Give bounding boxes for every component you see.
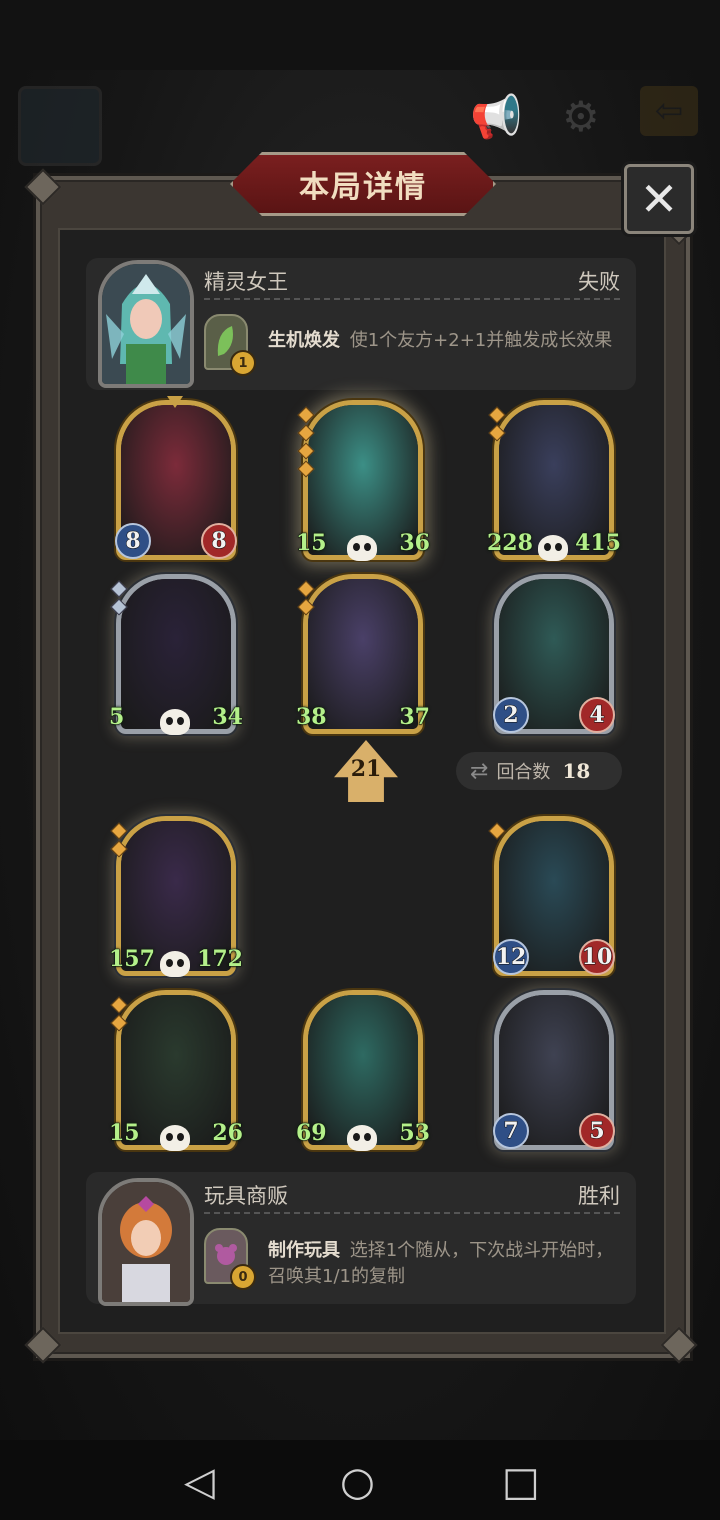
round-counter: ⇄ 回合数 18 bbox=[456, 752, 622, 790]
home-nav-icon[interactable]: ○ bbox=[340, 1462, 375, 1502]
player-result: 胜利 bbox=[578, 1184, 620, 1208]
minion-card[interactable]: 5 34 bbox=[108, 574, 243, 735]
attack-stat: 157 bbox=[109, 946, 156, 973]
swap-icon: ⇄ bbox=[470, 758, 489, 784]
health-stat: 415 bbox=[575, 530, 622, 557]
player-ability-name: 制作玩具 bbox=[268, 1240, 340, 1261]
health-stat: 26 bbox=[212, 1120, 244, 1147]
player-name: 玩具商贩 bbox=[204, 1184, 288, 1208]
opponent-name: 精灵女王 bbox=[204, 270, 288, 294]
opponent-ability-name: 生机焕发 bbox=[268, 330, 340, 351]
health-stat: 5 bbox=[579, 1113, 615, 1149]
star-pips bbox=[110, 996, 128, 1035]
title-banner: 本局详情 bbox=[230, 152, 496, 216]
gear-icon: ⚙ bbox=[562, 92, 600, 141]
health-stat: 36 bbox=[399, 530, 431, 557]
close-button[interactable]: ✕ bbox=[624, 164, 694, 234]
player-ability-text: 制作玩具 选择1个随从，下次战斗开始时，召唤其1/1的复制 bbox=[268, 1238, 618, 1290]
back-nav-icon[interactable]: ◁ bbox=[184, 1462, 215, 1502]
background-avatar bbox=[18, 86, 102, 166]
minion-card[interactable]: 8 8 bbox=[115, 396, 237, 560]
minion-card[interactable]: 228 415 bbox=[487, 400, 621, 561]
ability-cost-badge: 0 bbox=[230, 1264, 256, 1290]
minion-card[interactable]: 7 5 bbox=[493, 990, 615, 1150]
health-stat: 37 bbox=[399, 704, 431, 731]
star-pips bbox=[110, 580, 128, 619]
opponent-hero-box: 精灵女王 失败 1 生机焕发 使1个友方+2+1并触发成长效果 bbox=[86, 258, 636, 390]
skull-icon bbox=[160, 709, 190, 735]
minion-card[interactable]: 15 26 bbox=[109, 990, 243, 1151]
health-stat: 53 bbox=[399, 1120, 431, 1147]
minion-card[interactable]: 157 172 bbox=[109, 816, 243, 977]
page-title: 本局详情 bbox=[299, 170, 427, 205]
attack-stat: 15 bbox=[109, 1120, 141, 1147]
tavern-tier-value: 21 bbox=[350, 756, 382, 782]
player-portrait bbox=[98, 1178, 194, 1306]
recents-nav-icon[interactable]: □ bbox=[502, 1462, 540, 1502]
opponent-result: 失败 bbox=[578, 270, 620, 294]
attack-stat: 2 bbox=[493, 697, 529, 733]
attack-stat: 12 bbox=[493, 939, 529, 975]
star-pips bbox=[488, 406, 506, 445]
minion-card[interactable]: 69 53 bbox=[296, 990, 430, 1151]
minion-card[interactable]: 2 4 bbox=[493, 574, 615, 734]
star-pips bbox=[297, 580, 315, 619]
skull-icon bbox=[538, 535, 568, 561]
round-value: 18 bbox=[562, 759, 591, 783]
attack-stat: 7 bbox=[493, 1113, 529, 1149]
skull-icon bbox=[347, 535, 377, 561]
attack-stat: 5 bbox=[108, 704, 125, 731]
megaphone-icon: 📢 bbox=[470, 92, 523, 141]
status-bar bbox=[0, 0, 720, 70]
health-stat: 10 bbox=[579, 939, 615, 975]
skull-icon bbox=[347, 1125, 377, 1151]
attack-stat: 228 bbox=[487, 530, 534, 557]
health-stat: 172 bbox=[197, 946, 244, 973]
ability-cost-badge: 1 bbox=[230, 350, 256, 376]
health-stat: 4 bbox=[579, 697, 615, 733]
star-pips bbox=[488, 822, 506, 843]
divider bbox=[204, 298, 620, 300]
minion-card[interactable]: 15 36 bbox=[296, 400, 430, 561]
skull-icon bbox=[160, 951, 190, 977]
system-nav-bar: ◁ ○ □ bbox=[0, 1440, 720, 1520]
back-icon: ⇦ bbox=[640, 86, 698, 136]
attack-stat: 8 bbox=[115, 523, 151, 559]
attack-stat: 69 bbox=[296, 1120, 328, 1147]
health-stat: 34 bbox=[212, 704, 244, 731]
attack-stat: 38 bbox=[296, 704, 328, 731]
star-pips bbox=[110, 822, 128, 861]
player-hero-box: 玩具商贩 胜利 0 制作玩具 选择1个随从，下次战斗开始时，召唤其1/1的复制 bbox=[86, 1172, 636, 1306]
minion-card[interactable]: 38 37 bbox=[296, 574, 430, 734]
attack-stat: 15 bbox=[296, 530, 328, 557]
divider bbox=[204, 1212, 620, 1214]
health-stat: 8 bbox=[201, 523, 237, 559]
star-pips bbox=[297, 406, 315, 481]
opponent-ability-desc: 使1个友方+2+1并触发成长效果 bbox=[349, 330, 613, 351]
close-icon: ✕ bbox=[639, 172, 679, 226]
minion-card[interactable]: 12 10 bbox=[488, 816, 615, 976]
round-label: 回合数 bbox=[496, 762, 551, 783]
opponent-portrait bbox=[98, 260, 194, 388]
skull-icon bbox=[160, 1125, 190, 1151]
opponent-ability-text: 生机焕发 使1个友方+2+1并触发成长效果 bbox=[268, 328, 618, 354]
